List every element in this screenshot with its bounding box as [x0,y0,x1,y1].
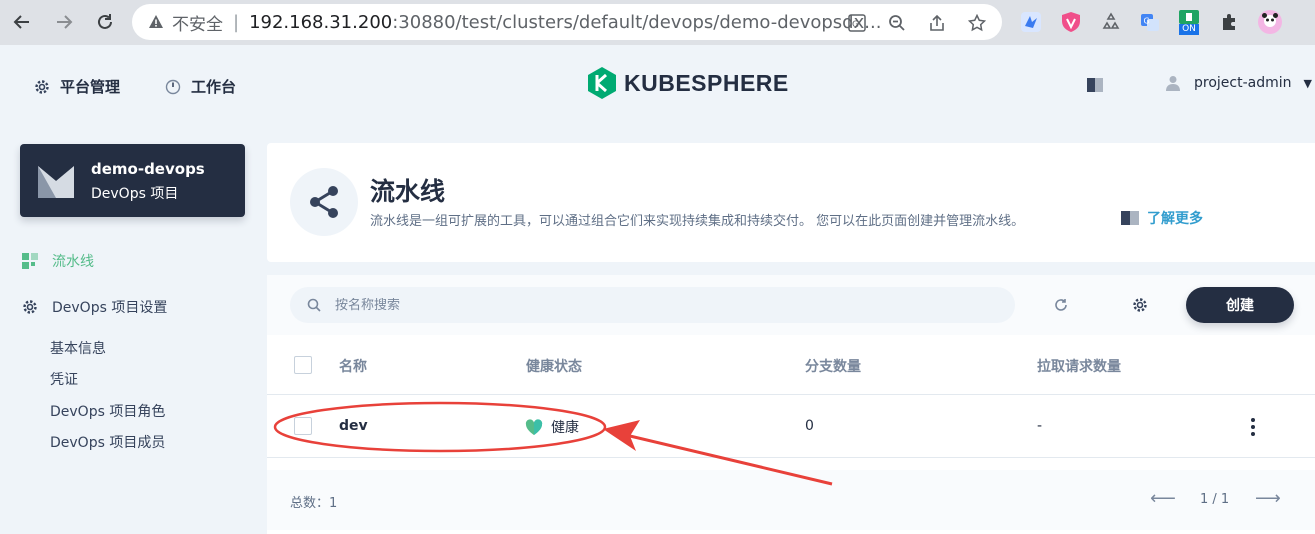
next-page-icon[interactable]: ⟶ [1255,488,1281,509]
kubesphere-logo-icon [588,67,616,99]
learn-more-link[interactable]: 了解更多 [1121,208,1203,228]
share-icon[interactable] [926,12,948,34]
url-host: 192.168.31.200 [249,11,393,33]
pipelines-panel: 创建 名称 健康状态 分支数量 拉取请求数量 dev 健康 0 - 总数：1 ⟵… [267,275,1315,534]
sidebar-subitem-basic-info[interactable]: 基本信息 [50,338,106,358]
app-header: 平台管理 工作台 KUBESPHERE project-admin ▼ [0,45,1315,123]
translate-icon[interactable]: G [846,12,868,34]
sidebar-item-settings-label: DevOps 项目设置 [52,300,168,316]
user-name: project-admin [1194,75,1292,91]
user-icon [1166,75,1180,91]
search-icon [307,298,321,312]
sidebar-item-pipelines[interactable]: 流水线 [22,251,94,271]
refresh-icon[interactable] [1050,294,1072,316]
zoom-out-icon[interactable] [886,12,908,34]
page-indicator: 1 / 1 [1200,492,1230,507]
gear-icon [22,299,38,315]
svg-text:G: G [1144,17,1150,26]
pipeline-grid-icon [22,253,38,269]
table-header: 名称 健康状态 分支数量 拉取请求数量 [267,336,1315,395]
health-status: 健康 [525,417,579,437]
workbench-menu[interactable]: 工作台 [165,76,236,97]
forward-icon[interactable] [50,8,78,36]
svg-text:G: G [852,20,859,30]
page-description: 流水线是一组可扩展的工具，可以通过组合它们来实现持续集成和持续交付。 您可以在此… [370,214,1025,229]
sidebar-subitem-credentials[interactable]: 凭证 [50,369,78,389]
table-toolbar: 创建 [267,275,1315,335]
logo-text: KUBESPHERE [624,69,789,96]
project-cover-icon [38,164,74,202]
user-menu[interactable]: project-admin ▼ [1166,75,1312,91]
extension-recycle-icon[interactable] [1098,9,1124,35]
column-header-pull-requests: 拉取请求数量 [1037,359,1121,375]
address-bar[interactable]: 不安全 | 192.168.31.200:30880/test/clusters… [132,4,1002,40]
platform-menu[interactable]: 平台管理 [34,76,120,97]
pipeline-name[interactable]: dev [339,418,368,434]
page-title: 流水线 [370,177,446,206]
extension-on-icon[interactable]: ON [1176,9,1202,35]
url-separator: | [233,11,240,33]
extension-on-badge: ON [1179,23,1199,35]
browser-toolbar: 不安全 | 192.168.31.200:30880/test/clusters… [0,0,1315,45]
search-box[interactable] [290,287,1015,323]
more-actions-icon[interactable] [1243,415,1263,439]
insecure-label: 不安全 [172,14,223,35]
column-header-branches: 分支数量 [805,359,861,375]
row-checkbox[interactable] [294,417,312,435]
learn-more-label: 了解更多 [1147,211,1203,227]
url-path: :30880/test/clusters/default/devops/demo… [392,11,882,33]
reload-icon[interactable] [91,8,119,36]
warning-icon [149,15,163,28]
sidebar-item-settings[interactable]: DevOps 项目设置 [22,297,167,317]
profile-avatar-icon[interactable] [1257,9,1283,35]
sidebar-subitem-roles[interactable]: DevOps 项目角色 [50,401,165,421]
book-icon [1121,211,1139,225]
bookmark-star-icon[interactable] [966,12,988,34]
total-count: 总数：1 [290,496,338,511]
heart-icon [525,418,543,436]
select-all-checkbox[interactable] [294,356,312,374]
health-label: 健康 [551,420,579,436]
extensions-puzzle-icon[interactable] [1217,9,1243,35]
workbench-label: 工作台 [191,78,237,96]
chevron-down-icon: ▼ [1303,76,1312,90]
column-header-health: 健康状态 [526,359,582,375]
settings-gear-icon[interactable] [1129,294,1151,316]
search-input[interactable] [335,297,935,313]
page-banner: 流水线 流水线是一组可扩展的工具，可以通过组合它们来实现持续集成和持续交付。 您… [267,143,1315,262]
table-footer: 总数：1 ⟵ 1 / 1 ⟶ [267,470,1315,530]
project-card[interactable]: demo-devops DevOps 项目 [20,144,245,217]
table-row[interactable]: dev 健康 0 - [267,396,1315,458]
platform-label: 平台管理 [60,78,121,96]
back-icon[interactable] [8,8,36,36]
sidebar-subitem-members[interactable]: DevOps 项目成员 [50,432,165,452]
pipeline-share-icon [290,168,358,236]
column-header-name[interactable]: 名称 [339,356,367,376]
extension-bird-icon[interactable] [1018,9,1044,35]
previous-page-icon[interactable]: ⟵ [1150,488,1176,509]
project-type: DevOps 项目 [91,186,179,202]
gear-icon [34,79,50,95]
pull-request-count: - [1037,418,1043,434]
project-name: demo-devops [91,160,205,178]
extension-shield-icon[interactable] [1058,9,1084,35]
book-icon[interactable] [1087,77,1103,96]
branch-count: 0 [805,418,814,434]
sidebar-item-pipelines-label: 流水线 [52,254,94,270]
create-button[interactable]: 创建 [1186,287,1294,323]
dashboard-gauge-icon [165,79,181,95]
extension-translate-icon[interactable]: G [1137,9,1163,35]
kubesphere-logo[interactable]: KUBESPHERE [588,67,789,99]
